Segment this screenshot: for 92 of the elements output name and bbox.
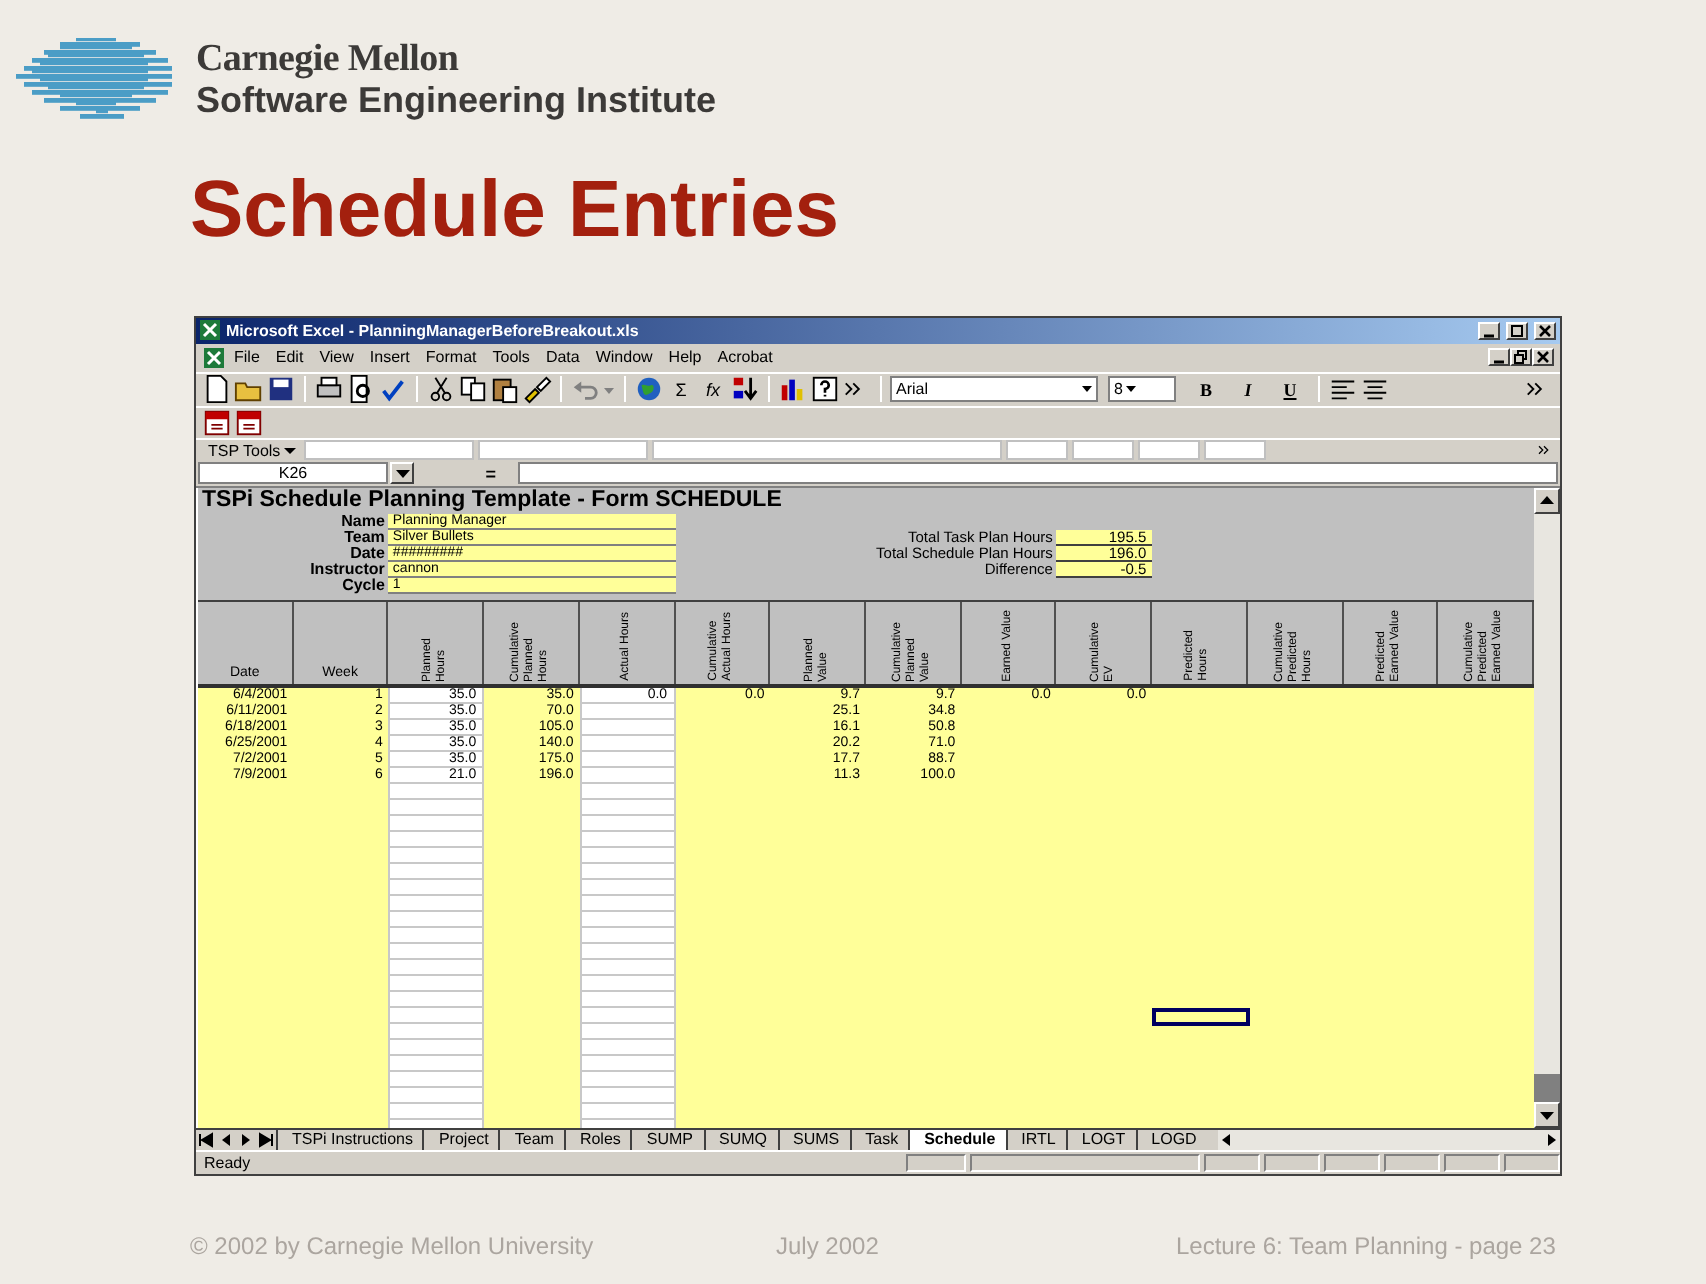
input-field[interactable] [1006, 440, 1069, 461]
menu-item[interactable]: File [226, 348, 268, 367]
minimize-button[interactable] [1488, 348, 1510, 367]
cell-cursor [1152, 1007, 1250, 1026]
bar-chart-icon[interactable] [778, 374, 808, 405]
previous-sheet-icon[interactable] [218, 1132, 234, 1149]
minimize-button[interactable] [1478, 321, 1500, 340]
caret-icon [284, 444, 297, 457]
page-label: Lecture 6: Team Planning - page 23 [1176, 1232, 1556, 1260]
menu-item[interactable]: Format [417, 348, 485, 367]
close-icon[interactable] [1538, 323, 1552, 338]
function-button[interactable]: fx [698, 374, 728, 405]
scroll-thumb[interactable] [1534, 1074, 1560, 1103]
caret-icon[interactable] [395, 469, 409, 478]
menu-item[interactable]: Data [537, 348, 588, 367]
tsp-tools-menu[interactable]: TSP Tools [202, 441, 303, 460]
org-name: Carnegie Mellon [196, 40, 461, 80]
paste-icon[interactable] [490, 374, 520, 405]
status-panel [1384, 1154, 1440, 1172]
status-text: Ready [204, 1154, 251, 1172]
status-panel [1204, 1154, 1260, 1172]
input-field[interactable] [1072, 440, 1135, 461]
new-document-icon[interactable] [202, 374, 232, 405]
copy-icon[interactable] [458, 374, 488, 405]
scissors-icon[interactable] [426, 374, 456, 405]
field-label: Date [348, 545, 387, 562]
field-label: Cycle [340, 577, 387, 594]
window-title: Microsoft Excel - PlanningManagerBeforeBreakout.xls [226, 321, 641, 340]
close-button[interactable] [1534, 321, 1556, 340]
up-arrow-icon[interactable] [1540, 496, 1554, 505]
formula-field[interactable] [518, 462, 1558, 485]
brush-icon[interactable] [522, 374, 552, 405]
status-panel [1324, 1154, 1380, 1172]
close-icon[interactable] [1536, 350, 1550, 365]
sort-icon[interactable] [730, 374, 760, 405]
copyright-text: © 2002 by Carnegie Mellon University [190, 1232, 596, 1260]
pdf-icon[interactable] [202, 407, 232, 438]
menu-item[interactable]: Acrobat [709, 348, 781, 367]
menu-item[interactable]: View [311, 348, 362, 367]
font-name-field[interactable]: Arial [890, 376, 1098, 403]
status-panel [1504, 1154, 1560, 1172]
down-arrow-icon[interactable] [1540, 1111, 1554, 1120]
equals-sign[interactable]: = [416, 462, 516, 485]
maximize-icon[interactable] [1510, 323, 1524, 338]
menu-item[interactable]: Edit [267, 348, 312, 367]
status-panel [1264, 1154, 1320, 1172]
print-preview-icon[interactable] [346, 374, 376, 405]
restore-icon[interactable] [1514, 350, 1528, 365]
next-sheet-icon[interactable] [238, 1132, 254, 1149]
globe-icon[interactable] [634, 374, 664, 405]
input-field[interactable] [304, 440, 475, 461]
dropdown-button[interactable] [390, 462, 414, 485]
underline-button[interactable]: U [1270, 374, 1310, 405]
horizontal-scrollbar[interactable] [1218, 1130, 1560, 1151]
name-box[interactable]: K26 [198, 462, 388, 485]
field-label: Instructor [308, 561, 387, 578]
pdf-icon[interactable] [234, 407, 264, 438]
vertical-scrollbar[interactable] [1534, 487, 1560, 1129]
right-arrow-icon[interactable] [1544, 1130, 1560, 1151]
close-button[interactable] [1532, 348, 1554, 367]
maximize-button[interactable] [1506, 321, 1528, 340]
input-field[interactable] [652, 440, 1003, 461]
font-name: Arial [896, 380, 929, 399]
status-panel [906, 1154, 966, 1172]
status-panel [1444, 1154, 1500, 1172]
spreadsheet-icon [200, 320, 220, 341]
date-text: July 2002 [776, 1232, 881, 1260]
font-size-field[interactable]: 8 [1108, 376, 1176, 403]
help-icon[interactable] [810, 374, 840, 405]
input-field[interactable] [1204, 440, 1267, 461]
font-size: 8 [1114, 380, 1123, 399]
menu-item[interactable]: Window [587, 348, 661, 367]
org-unit: Software Engineering Institute [196, 80, 717, 120]
first-sheet-icon[interactable] [198, 1132, 214, 1149]
italic-button[interactable]: I [1228, 374, 1268, 405]
menu-item[interactable]: Insert [361, 348, 418, 367]
save-icon[interactable] [266, 374, 296, 405]
bold-button[interactable]: B [1186, 374, 1226, 405]
menu-item[interactable]: Help [660, 348, 710, 367]
spreadsheet-icon[interactable] [202, 345, 226, 370]
menu-item[interactable]: Tools [484, 348, 538, 367]
sheet-tab[interactable]: Schedule [908, 1130, 1006, 1151]
input-field[interactable] [1138, 440, 1201, 461]
autosum-button[interactable]: Σ [666, 374, 696, 405]
sheet-title: TSPi Schedule Planning Template - Form SCHEDULE [200, 487, 784, 512]
restore-button[interactable] [1510, 348, 1532, 367]
input-field[interactable] [478, 440, 649, 461]
slide-title: Schedule Entries [190, 164, 842, 256]
field-label: Team [342, 529, 387, 546]
left-arrow-icon[interactable] [1218, 1130, 1235, 1151]
field-label: Name [339, 513, 387, 530]
last-sheet-icon[interactable] [258, 1132, 274, 1149]
